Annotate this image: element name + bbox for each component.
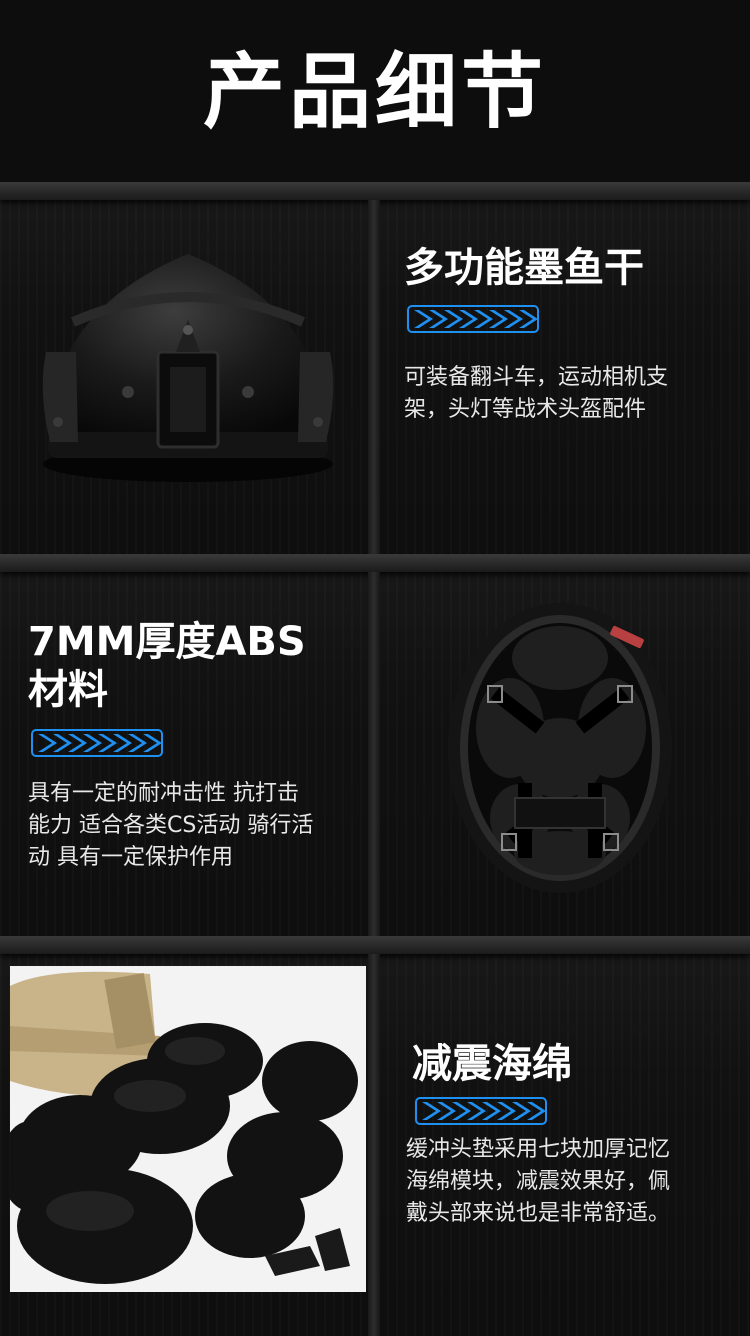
title-line: 材料 bbox=[28, 667, 108, 713]
shelf-divider bbox=[0, 554, 750, 572]
chevron-arrows-icon bbox=[407, 305, 539, 333]
description-line: 海绵模块，减震效果好，佩 bbox=[406, 1169, 671, 1194]
description-line: 架，头灯等战术头盔配件 bbox=[404, 397, 647, 422]
chevron-arrows-icon bbox=[415, 1097, 547, 1125]
foam-pads-illustration bbox=[10, 971, 358, 1284]
page-title: 产品细节 bbox=[202, 45, 547, 140]
feature-description: 可装备翻斗车，运动相机支 架，头灯等战术头盔配件 bbox=[404, 362, 668, 426]
product-details-page: 产品细节 多功能墨鱼干 可装备翻斗车，运动相机支 架，头灯等战术头盔配件 7MM… bbox=[0, 0, 750, 1336]
feature-title: 减震海绵 bbox=[412, 1041, 572, 1087]
shelf-divider bbox=[0, 182, 750, 200]
feature-section-accessory-mount: 多功能墨鱼干 可装备翻斗车，运动相机支 架，头灯等战术头盔配件 bbox=[0, 182, 750, 554]
description-line: 动 具有一定保护作用 bbox=[28, 845, 233, 870]
header: 产品细节 bbox=[0, 0, 750, 182]
helmet-front-image bbox=[42, 254, 334, 482]
description-line: 戴头部来说也是非常舒适。 bbox=[406, 1201, 671, 1226]
feature-description: 具有一定的耐冲击性 抗打击 能力 适合各类CS活动 骑行活 动 具有一定保护作用 bbox=[28, 778, 313, 874]
shelf-post bbox=[368, 954, 380, 1336]
description-line: 可装备翻斗车，运动相机支 bbox=[404, 365, 669, 390]
description-line: 缓冲头垫采用七块加厚记忆 bbox=[406, 1137, 671, 1162]
description-line: 能力 适合各类CS活动 骑行活 bbox=[28, 813, 314, 838]
helmet-interior-image bbox=[448, 603, 672, 893]
shelf-post bbox=[368, 200, 380, 554]
chevron-arrows-icon bbox=[31, 729, 163, 757]
shelf-divider bbox=[0, 936, 750, 954]
foam-pads-image bbox=[10, 966, 366, 1292]
title-line: 7MM厚度ABS bbox=[28, 619, 306, 665]
shelf-post bbox=[368, 572, 380, 936]
description-line: 具有一定的耐冲击性 抗打击 bbox=[28, 781, 299, 806]
feature-section-abs-material: 7MM厚度ABS 材料 具有一定的耐冲击性 抗打击 能力 适合各类CS活动 骑行… bbox=[0, 554, 750, 936]
feature-section-foam-padding: 减震海绵 缓冲头垫采用七块加厚记忆 海绵模块，减震效果好，佩 戴头部来说也是非常… bbox=[0, 936, 750, 1336]
feature-description: 缓冲头垫采用七块加厚记忆 海绵模块，减震效果好，佩 戴头部来说也是非常舒适。 bbox=[406, 1134, 670, 1230]
feature-title: 多功能墨鱼干 bbox=[404, 245, 644, 291]
feature-title: 7MM厚度ABS 材料 bbox=[28, 618, 306, 714]
